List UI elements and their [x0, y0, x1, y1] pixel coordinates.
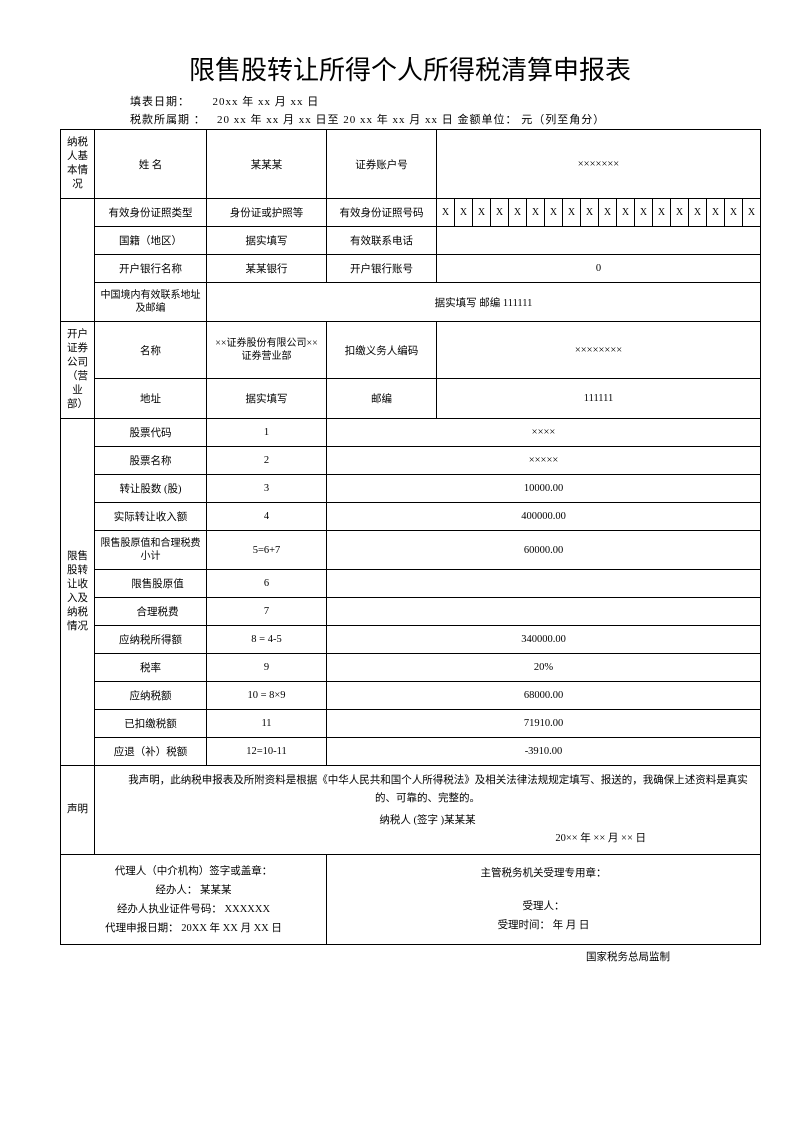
agent-box: 代理人（中介机构）签字或盖章： 经办人： 某某某 经办人执业证件号码： XXXX… — [61, 855, 327, 945]
fill-date-line: 填表日期： 20xx 年 xx 月 xx 日 — [130, 93, 760, 109]
declaration-form: 纳税人基本情况 姓 名 某某某 证券账户号 ××××××× 有效身份证照类型 身… — [60, 129, 761, 945]
row-value: 68000.00 — [327, 682, 761, 710]
nationality-value: 据实填写 — [207, 227, 327, 255]
section-broker: 开户证券公司（营业部） — [61, 322, 95, 419]
row-label: 合理税费 — [95, 598, 207, 626]
row-label: 应纳税额 — [95, 682, 207, 710]
row-no: 10 = 8×9 — [207, 682, 327, 710]
row-label: 股票名称 — [95, 447, 207, 475]
withhold-code-label: 扣缴义务人编码 — [327, 322, 437, 379]
id-no-grid: XXXXXXXXXXXXXXXXXX — [437, 199, 761, 227]
name-value: 某某某 — [207, 130, 327, 199]
row-value: ×××× — [327, 419, 761, 447]
bank-acct-value: 0 — [437, 255, 761, 283]
sec-account-value: ××××××× — [437, 130, 761, 199]
row-value: -3910.00 — [327, 738, 761, 766]
row-value — [327, 570, 761, 598]
name-label: 姓 名 — [95, 130, 207, 199]
row-no: 7 — [207, 598, 327, 626]
page-title: 限售股转让所得个人所得税清算申报表 — [60, 50, 760, 87]
id-digit-cell: X — [689, 199, 707, 226]
broker-name-value: ××证券股份有限公司××证券营业部 — [207, 322, 327, 379]
id-digit-cell: X — [653, 199, 671, 226]
row-no: 6 — [207, 570, 327, 598]
row-no: 4 — [207, 503, 327, 531]
id-digit-cell: X — [509, 199, 527, 226]
row-label: 限售股原值 — [95, 570, 207, 598]
id-digit-cell: X — [545, 199, 563, 226]
footer-note: 国家税务总局监制 — [60, 949, 760, 964]
row-label: 税率 — [95, 654, 207, 682]
id-type-label: 有效身份证照类型 — [95, 199, 207, 227]
id-digit-cell: X — [527, 199, 545, 226]
addr-value: 据实填写 邮编 111111 — [207, 283, 761, 322]
period-line: 税款所属期 ： 20 xx 年 xx 月 xx 日至 20 xx 年 xx 月 … — [130, 111, 760, 127]
id-digit-cell: X — [581, 199, 599, 226]
id-digit-cell: X — [491, 199, 509, 226]
row-no: 8 = 4-5 — [207, 626, 327, 654]
section-transfer: 限售股转让收入及纳税情况 — [61, 419, 95, 766]
id-digit-cell: X — [563, 199, 581, 226]
addr-label: 中国境内有效联系地址及邮编 — [95, 283, 207, 322]
row-no: 9 — [207, 654, 327, 682]
row-value: 60000.00 — [327, 531, 761, 570]
id-no-label: 有效身份证照号码 — [327, 199, 437, 227]
id-type-value: 身份证或护照等 — [207, 199, 327, 227]
row-label: 限售股原值和合理税费小计 — [95, 531, 207, 570]
row-value: 400000.00 — [327, 503, 761, 531]
broker-zip-label: 邮编 — [327, 379, 437, 419]
row-value — [327, 598, 761, 626]
row-value: 340000.00 — [327, 626, 761, 654]
row-label: 实际转让收入额 — [95, 503, 207, 531]
broker-zip-value: 111111 — [437, 379, 761, 419]
id-digit-cell: X — [725, 199, 743, 226]
row-value: 71910.00 — [327, 710, 761, 738]
nationality-label: 国籍（地区） — [95, 227, 207, 255]
declaration-box: 我声明，此纳税申报表及所附资料是根据《中华人民共和国个人所得税法》及相关法律法规… — [95, 766, 761, 855]
authority-box: 主管税务机关受理专用章： 受理人： 受理时间： 年 月 日 — [327, 855, 761, 945]
phone-label: 有效联系电话 — [327, 227, 437, 255]
broker-addr-value: 据实填写 — [207, 379, 327, 419]
row-no: 3 — [207, 475, 327, 503]
id-digit-cell: X — [455, 199, 473, 226]
broker-addr-label: 地址 — [95, 379, 207, 419]
row-value: 20% — [327, 654, 761, 682]
id-digit-cell: X — [671, 199, 689, 226]
id-digit-cell: X — [437, 199, 455, 226]
phone-value — [437, 227, 761, 255]
id-digit-cell: X — [599, 199, 617, 226]
id-digit-cell: X — [635, 199, 653, 226]
row-label: 已扣缴税额 — [95, 710, 207, 738]
id-digit-cell: X — [743, 199, 760, 226]
row-label: 转让股数 (股) — [95, 475, 207, 503]
id-digit-cell: X — [707, 199, 725, 226]
section-declare: 声明 — [61, 766, 95, 855]
row-value: 10000.00 — [327, 475, 761, 503]
id-digit-cell: X — [617, 199, 635, 226]
row-no: 11 — [207, 710, 327, 738]
row-label: 股票代码 — [95, 419, 207, 447]
row-label: 应退（补）税额 — [95, 738, 207, 766]
section-taxpayer: 纳税人基本情况 — [61, 130, 95, 199]
row-value: ××××× — [327, 447, 761, 475]
withhold-code-value: ×××××××× — [437, 322, 761, 379]
sec-account-label: 证券账户号 — [327, 130, 437, 199]
bank-acct-label: 开户银行账号 — [327, 255, 437, 283]
row-no: 5=6+7 — [207, 531, 327, 570]
bank-value: 某某银行 — [207, 255, 327, 283]
id-digit-cell: X — [473, 199, 491, 226]
row-no: 1 — [207, 419, 327, 447]
row-label: 应纳税所得额 — [95, 626, 207, 654]
broker-name-label: 名称 — [95, 322, 207, 379]
bank-label: 开户银行名称 — [95, 255, 207, 283]
row-no: 2 — [207, 447, 327, 475]
row-no: 12=10-11 — [207, 738, 327, 766]
